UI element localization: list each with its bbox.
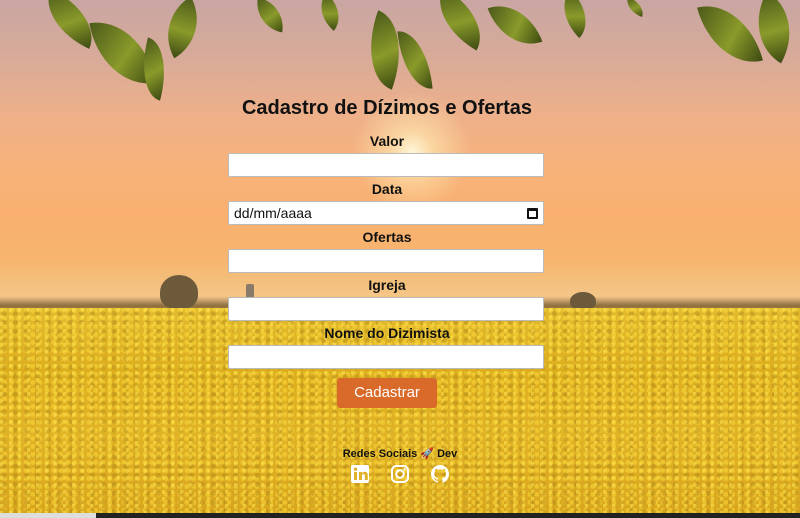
valor-label: Valor — [369, 133, 405, 149]
linkedin-icon[interactable] — [350, 464, 370, 484]
github-icon[interactable] — [430, 464, 450, 484]
data-input[interactable]: dd/mm/aaaa — [228, 201, 544, 225]
dizimista-input[interactable] — [228, 345, 544, 369]
dizimista-label: Nome do Dizimista — [324, 325, 450, 341]
tree — [160, 275, 198, 309]
valor-input[interactable] — [228, 153, 544, 177]
igreja-input[interactable] — [228, 297, 544, 321]
instagram-icon[interactable] — [390, 464, 410, 484]
scrollbar-thumb[interactable] — [0, 513, 96, 518]
social-links — [300, 464, 500, 484]
form-title: Cadastro de Dízimos e Ofertas — [241, 97, 533, 119]
data-value: dd/mm/aaaa — [234, 205, 312, 221]
page-background: Cadastro de Dízimos e Ofertas Valor Data… — [0, 0, 800, 518]
ofertas-label: Ofertas — [362, 229, 412, 245]
registration-form: Cadastro de Dízimos e Ofertas Valor Data… — [228, 94, 546, 408]
footer-title: Redes Sociais 🚀 Dev — [342, 448, 458, 460]
bottom-scrollbar[interactable] — [0, 513, 800, 518]
footer: Redes Sociais 🚀 Dev — [300, 447, 500, 484]
igreja-label: Igreja — [368, 277, 406, 293]
data-label: Data — [371, 181, 403, 197]
cadastrar-button[interactable]: Cadastrar — [337, 378, 437, 408]
calendar-icon[interactable] — [527, 207, 538, 219]
ofertas-input[interactable] — [228, 249, 544, 273]
